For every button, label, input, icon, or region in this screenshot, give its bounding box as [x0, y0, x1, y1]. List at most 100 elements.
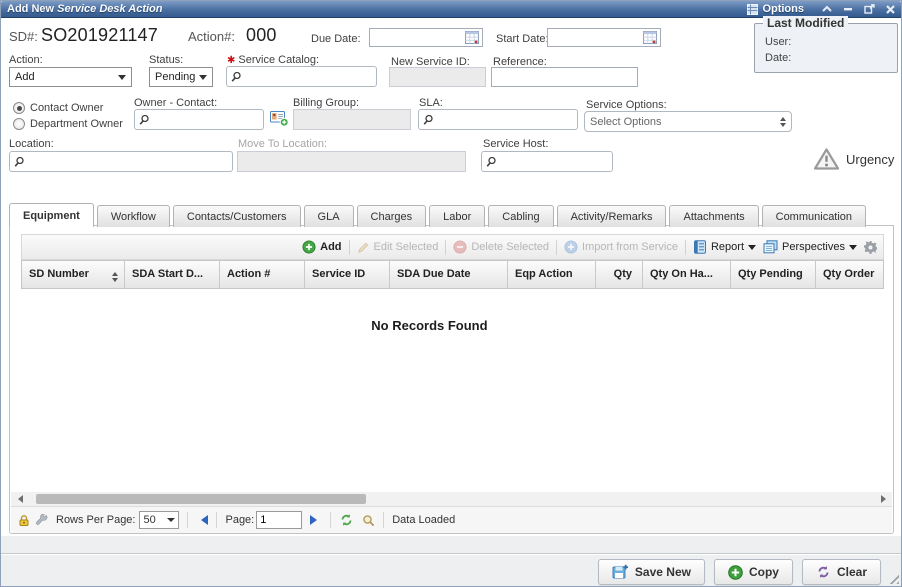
- chevron-down-icon: [118, 75, 126, 84]
- save-new-button[interactable]: Save New: [598, 559, 705, 585]
- search-icon: [422, 114, 434, 126]
- service-host-label: Service Host:: [483, 138, 548, 150]
- chevron-down-icon: [199, 75, 207, 84]
- owner-contact-input[interactable]: [134, 109, 264, 130]
- rows-per-page-select[interactable]: 50: [139, 511, 179, 529]
- column-header-qty-pending[interactable]: Qty Pending: [731, 261, 816, 288]
- tab-workflow[interactable]: Workflow: [97, 205, 170, 227]
- last-modified-user-label: User:: [765, 36, 897, 48]
- column-header-action-number[interactable]: Action #: [220, 261, 305, 288]
- move-to-location-input: [237, 151, 466, 172]
- perspectives-icon: [763, 240, 778, 254]
- sla-input[interactable]: [418, 109, 578, 130]
- sort-icon[interactable]: [112, 268, 118, 288]
- start-date-input[interactable]: [547, 28, 661, 47]
- grid-toolbar: Add Edit Selected Delete Selected Import…: [21, 234, 884, 260]
- location-label: Location:: [9, 138, 54, 150]
- close-icon[interactable]: [886, 5, 895, 14]
- service-catalog-input[interactable]: [226, 66, 377, 87]
- calendar-icon[interactable]: [643, 31, 657, 44]
- popout-icon[interactable]: [864, 4, 875, 14]
- search-icon: [230, 71, 242, 83]
- tab-charges[interactable]: Charges: [357, 205, 427, 227]
- tab-gla[interactable]: GLA: [304, 205, 354, 227]
- tab-attachments[interactable]: Attachments: [669, 205, 758, 227]
- contact-owner-radio-label: Contact Owner: [30, 102, 103, 114]
- column-header-sda-start-date[interactable]: SDA Start D...: [125, 261, 220, 288]
- calendar-icon[interactable]: [465, 31, 479, 44]
- clear-button[interactable]: Clear: [802, 559, 881, 585]
- scrollbar-thumb[interactable]: [36, 494, 366, 504]
- service-options-label: Service Options:: [586, 99, 667, 111]
- search-grid-icon[interactable]: [362, 514, 375, 527]
- window-title-prefix: Add New: [7, 3, 54, 15]
- column-header-qty[interactable]: Qty: [596, 261, 643, 288]
- window-title: Add New Service Desk Action: [7, 3, 163, 15]
- minimize-icon[interactable]: [843, 5, 853, 13]
- previous-page-button[interactable]: [196, 515, 208, 525]
- add-contact-card-icon[interactable]: [270, 110, 289, 127]
- horizontal-scrollbar[interactable]: [11, 492, 892, 506]
- scroll-right-button[interactable]: [878, 492, 892, 506]
- empty-grid-message: No Records Found: [10, 318, 849, 333]
- tab-activity-remarks[interactable]: Activity/Remarks: [557, 205, 667, 227]
- lock-icon[interactable]: [18, 514, 30, 527]
- perspectives-button[interactable]: Perspectives: [763, 240, 857, 254]
- sd-number-label: SD#:: [9, 29, 38, 44]
- report-button[interactable]: Report: [693, 240, 756, 254]
- urgency-warning-icon: [813, 147, 840, 171]
- column-header-sd-number[interactable]: SD Number: [22, 261, 125, 288]
- import-icon: [564, 240, 578, 254]
- column-header-sda-due-date[interactable]: SDA Due Date: [390, 261, 508, 288]
- tab-labor[interactable]: Labor: [429, 205, 485, 227]
- status-select[interactable]: Pending: [149, 67, 213, 87]
- reference-input[interactable]: [491, 67, 638, 87]
- contact-owner-radio[interactable]: Contact Owner: [13, 102, 103, 114]
- collapse-icon[interactable]: [822, 5, 832, 13]
- refresh-icon[interactable]: [339, 513, 354, 527]
- column-header-qty-on-hand[interactable]: Qty On Ha...: [643, 261, 731, 288]
- options-button[interactable]: Options: [747, 3, 804, 15]
- column-header-eqp-action[interactable]: Eqp Action: [508, 261, 596, 288]
- action-label: Action:: [9, 54, 43, 66]
- owner-contact-label: Owner - Contact:: [134, 97, 217, 109]
- service-host-input[interactable]: [481, 151, 613, 172]
- new-service-id-input: [389, 67, 486, 87]
- pager-status-text: Data Loaded: [392, 514, 455, 526]
- next-page-button[interactable]: [310, 515, 322, 525]
- chevron-down-icon: [167, 518, 175, 526]
- column-header-qty-order[interactable]: Qty Order: [816, 261, 884, 288]
- required-icon: ✱: [227, 55, 235, 66]
- wrench-icon[interactable]: [35, 514, 48, 527]
- page-number-input[interactable]: [256, 511, 302, 529]
- scroll-left-button[interactable]: [11, 492, 25, 506]
- action-select[interactable]: Add: [9, 67, 132, 87]
- service-options-select[interactable]: Select Options: [584, 111, 792, 132]
- add-icon: [302, 240, 316, 254]
- gear-icon[interactable]: [864, 241, 877, 254]
- due-date-label: Due Date:: [311, 33, 361, 45]
- location-input[interactable]: [9, 151, 233, 172]
- edit-selected-button: Edit Selected: [357, 241, 439, 254]
- copy-button[interactable]: Copy: [714, 559, 793, 585]
- tab-contacts-customers[interactable]: Contacts/Customers: [173, 205, 301, 227]
- add-button[interactable]: Add: [302, 240, 341, 254]
- billing-group-input: [293, 109, 411, 130]
- tab-equipment[interactable]: Equipment: [9, 203, 94, 227]
- column-header-service-id[interactable]: Service ID: [305, 261, 390, 288]
- tab-cabling[interactable]: Cabling: [488, 205, 553, 227]
- urgency-indicator[interactable]: Urgency: [813, 147, 894, 171]
- delete-icon: [453, 240, 467, 254]
- department-owner-radio[interactable]: Department Owner: [13, 118, 123, 130]
- grid-pager: Rows Per Page: 50 Page: Data Loaded: [11, 506, 892, 533]
- radio-selected-icon: [13, 102, 25, 114]
- resize-grip[interactable]: [886, 571, 899, 584]
- due-date-input[interactable]: [369, 28, 483, 47]
- move-to-location-label: Move To Location:: [238, 138, 327, 150]
- last-modified-date-label: Date:: [765, 52, 897, 64]
- sd-number-value: SO201921147: [41, 25, 158, 46]
- tab-communication[interactable]: Communication: [762, 205, 866, 227]
- action-select-value: Add: [15, 71, 35, 83]
- report-icon: [693, 240, 707, 254]
- rows-per-page-label: Rows Per Page:: [56, 514, 135, 526]
